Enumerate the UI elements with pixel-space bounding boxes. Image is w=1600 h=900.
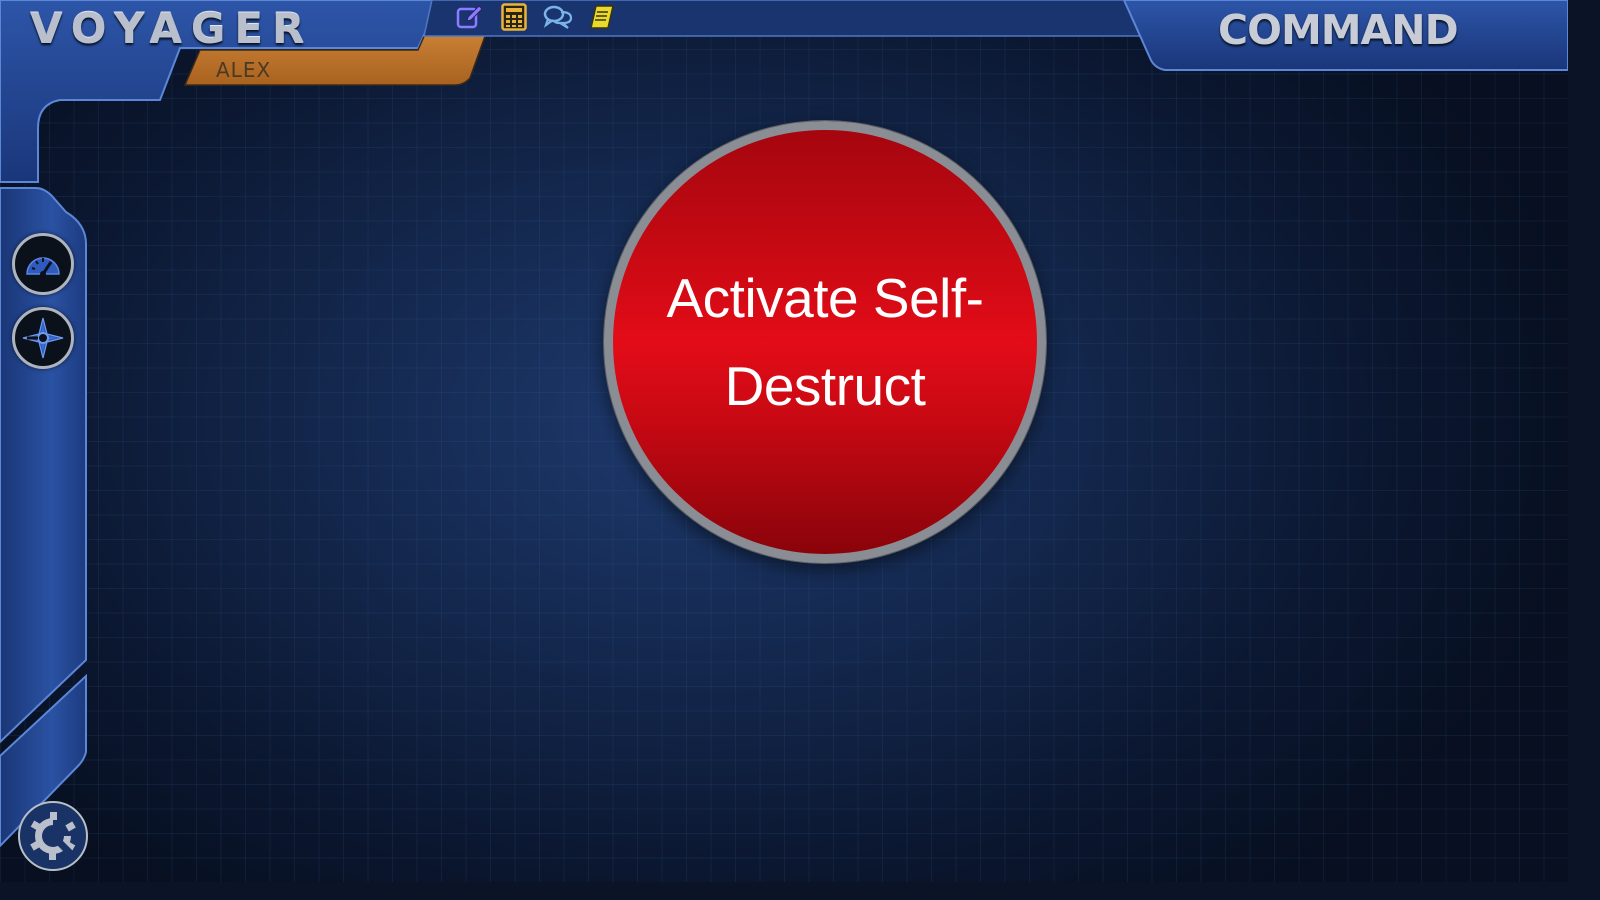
chat-bubbles-icon — [543, 5, 573, 29]
messages-button[interactable] — [542, 2, 574, 32]
pencil-square-icon — [456, 5, 483, 29]
sidebar-item-navigation[interactable] — [12, 307, 74, 369]
self-destruct-button[interactable]: Activate Self- Destruct — [604, 121, 1046, 563]
logbook-button[interactable] — [586, 2, 618, 32]
station-name: COMMAND — [1218, 6, 1459, 54]
gauge-icon — [26, 257, 60, 277]
settings-button[interactable] — [18, 801, 88, 871]
ship-name: VOYAGER — [30, 4, 314, 53]
self-destruct-label: Activate Self- Destruct — [666, 267, 984, 417]
top-toolbar — [454, 1, 618, 33]
command-screen: VOYAGER ALEX COMMAND Activate Self- Dest… — [0, 0, 1568, 882]
notebook-icon — [590, 5, 614, 29]
sidebar-item-engineering[interactable] — [12, 233, 74, 295]
calculator-button[interactable] — [498, 2, 530, 32]
calculator-grid-icon — [501, 3, 527, 31]
officer-name: ALEX — [216, 58, 272, 82]
notes-edit-button[interactable] — [454, 2, 486, 32]
compass-star-icon — [22, 317, 64, 359]
gear-icon — [30, 812, 78, 861]
